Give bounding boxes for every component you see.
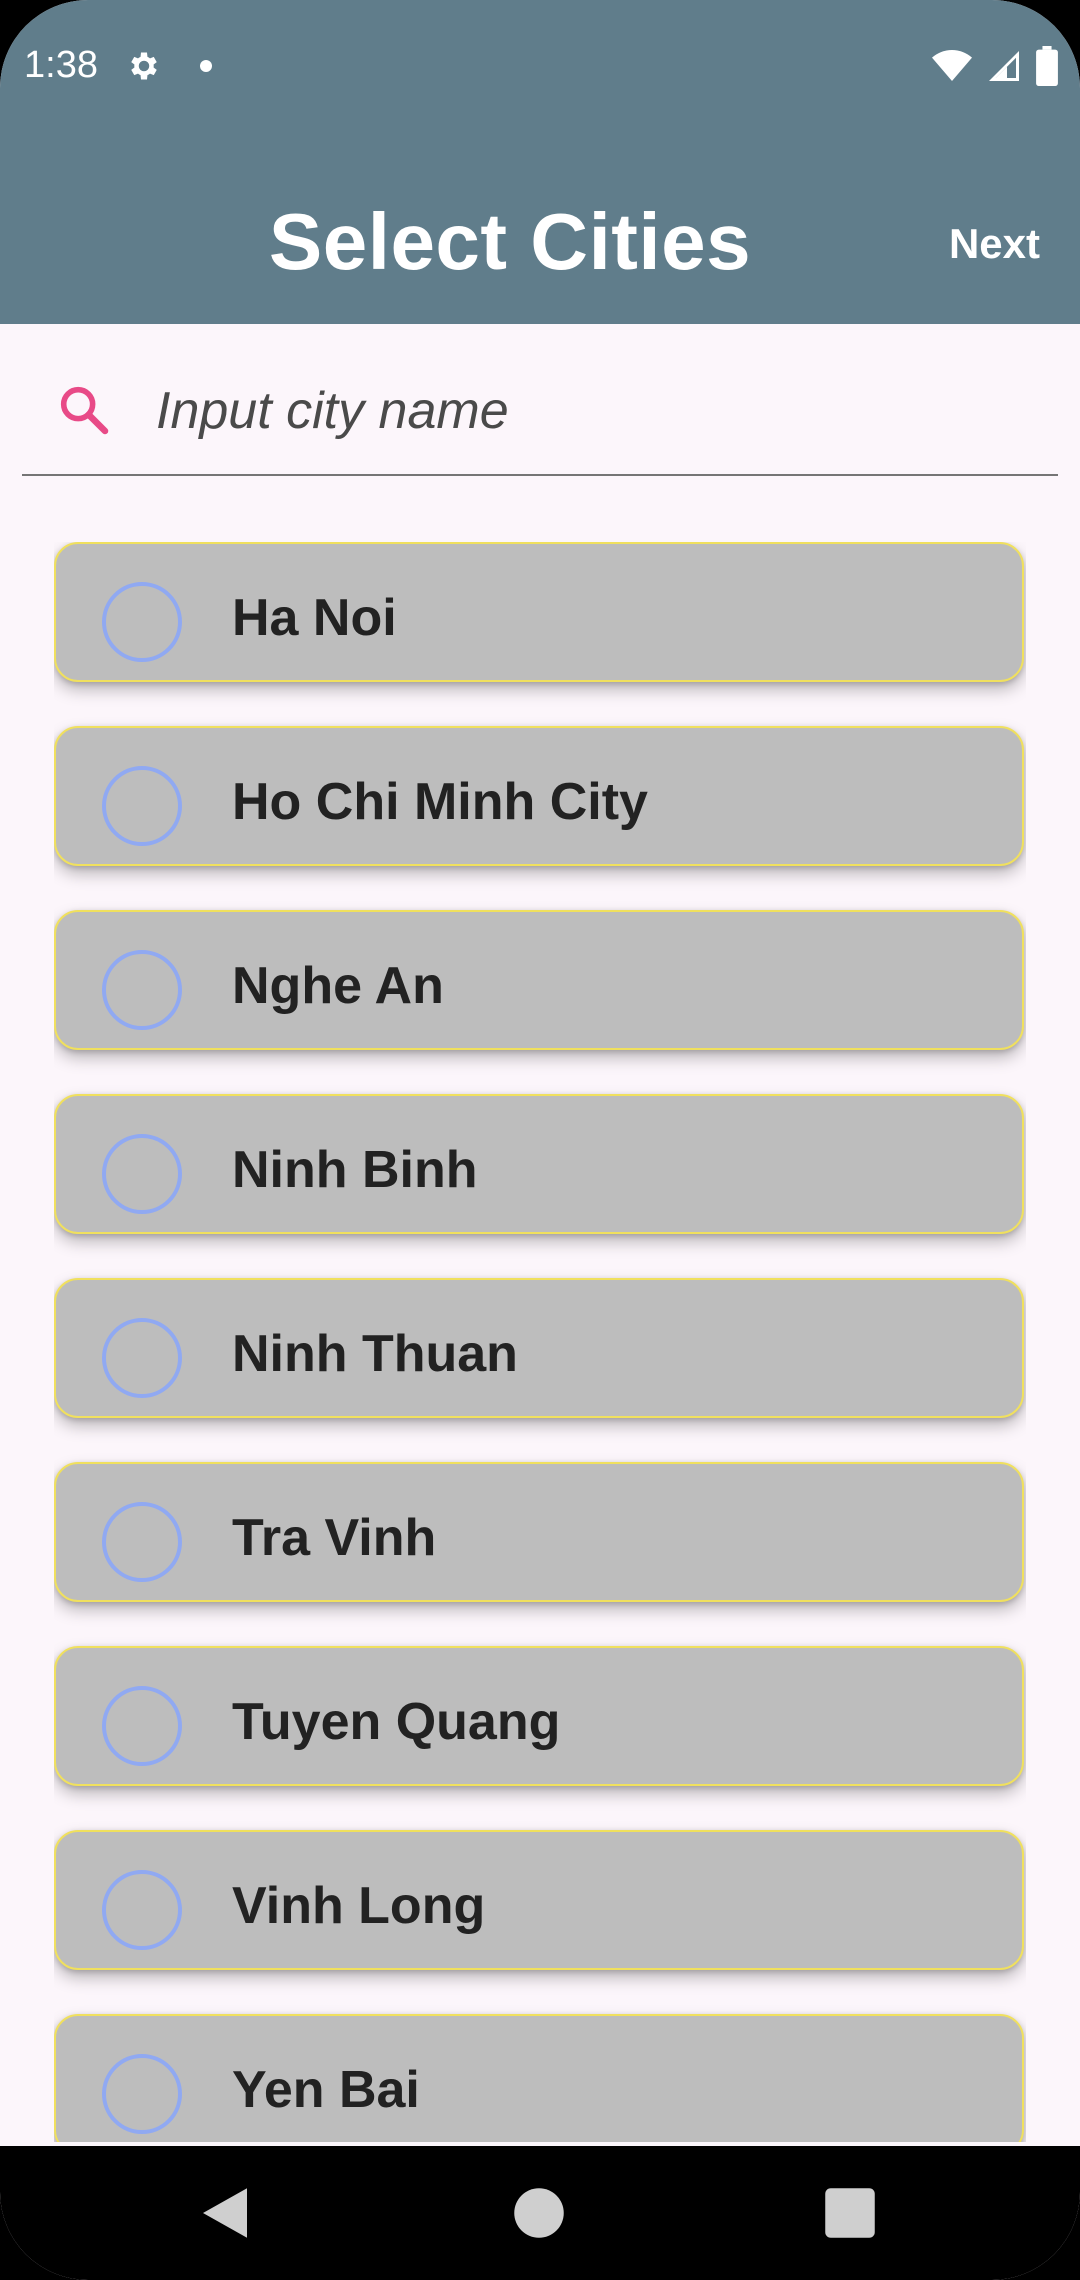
radio-button[interactable] [102,1134,182,1214]
status-bar: 1:38 [0,0,1080,140]
wifi-icon [932,50,972,81]
status-time: 1:38 [24,44,98,86]
radio-button[interactable] [102,2054,182,2134]
app-bar: 1:38 Select Cities Next [0,0,1080,324]
radio-button[interactable] [102,1870,182,1950]
city-item-ho-chi-minh-city[interactable]: Ho Chi Minh City [54,726,1024,866]
city-item-tra-vinh[interactable]: Tra Vinh [54,1462,1024,1602]
city-item-vinh-long[interactable]: Vinh Long [54,1830,1024,1970]
radio-button[interactable] [102,582,182,662]
home-circle-icon[interactable] [506,2180,572,2246]
search-input[interactable] [154,370,1018,452]
city-item-yen-bai[interactable]: Yen Bai [54,2014,1024,2142]
city-item-ninh-binh[interactable]: Ninh Binh [54,1094,1024,1234]
next-button[interactable]: Next [949,220,1040,268]
search-bar [22,340,1058,476]
city-label: Yen Bai [232,2061,420,2119]
city-list: Ha Noi Ho Chi Minh City Nghe An Ninh Bin… [54,542,1026,2142]
notification-dot [200,60,212,72]
radio-button[interactable] [102,766,182,846]
radio-button[interactable] [102,950,182,1030]
search-icon [60,386,109,435]
radio-button[interactable] [102,1502,182,1582]
city-label: Ninh Binh [232,1141,478,1199]
city-label: Tuyen Quang [232,1693,561,1751]
navigation-bar [0,2146,1080,2280]
battery-icon [1036,46,1058,86]
city-label: Vinh Long [232,1877,486,1935]
city-label: Tra Vinh [232,1509,437,1567]
city-item-ninh-thuan[interactable]: Ninh Thuan [54,1278,1024,1418]
city-label: Ho Chi Minh City [232,773,648,831]
gear-icon [131,52,157,80]
back-triangle-icon[interactable] [192,2180,258,2246]
city-label: Nghe An [232,957,444,1015]
status-icons [932,44,1058,88]
city-label: Ninh Thuan [232,1325,518,1383]
city-item-ha-noi[interactable]: Ha Noi [54,542,1024,682]
radio-button[interactable] [102,1318,182,1398]
recents-square-icon[interactable] [817,2180,883,2246]
city-label: Ha Noi [232,589,397,647]
screen: 1:38 Select Cities Next Input city name … [0,0,1080,2280]
signal-icon [989,51,1019,81]
radio-button[interactable] [102,1686,182,1766]
city-item-nghe-an[interactable]: Nghe An [54,910,1024,1050]
city-item-tuyen-quang[interactable]: Tuyen Quang [54,1646,1024,1786]
page-title: Select Cities [268,197,752,286]
